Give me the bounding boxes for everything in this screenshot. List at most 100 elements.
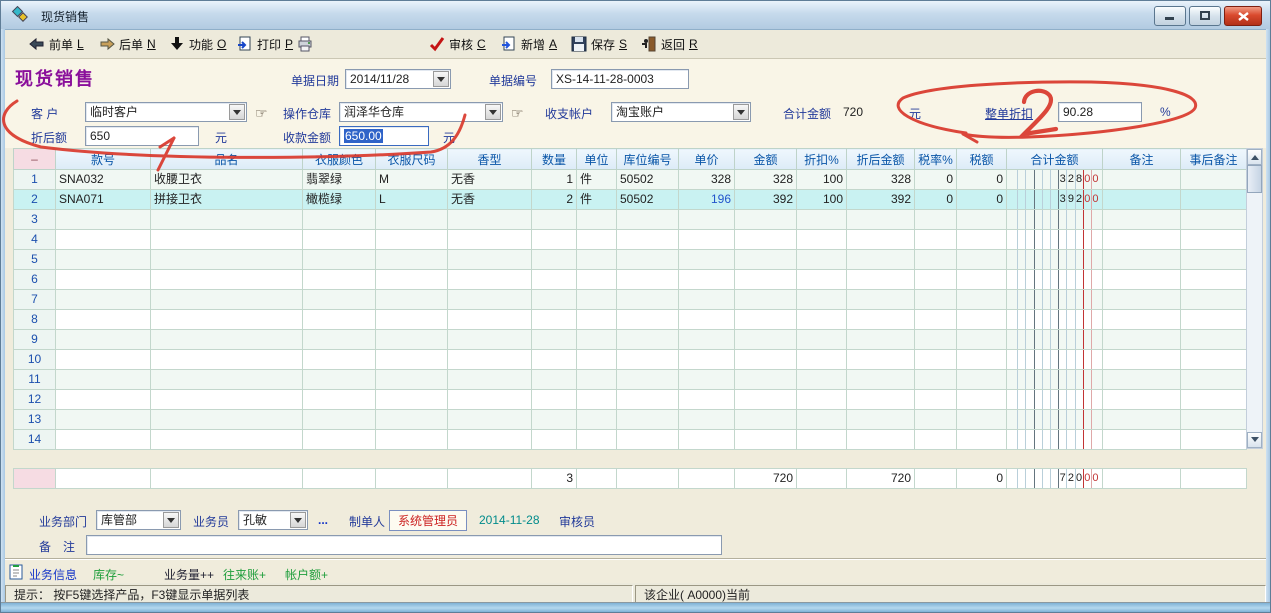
cell[interactable] (915, 230, 957, 250)
cell[interactable] (957, 310, 1007, 330)
ledger-cell[interactable] (1007, 430, 1103, 450)
cell[interactable] (797, 270, 847, 290)
cell[interactable] (56, 210, 151, 230)
cell[interactable] (56, 250, 151, 270)
row-number-cell[interactable]: 2 (14, 190, 56, 210)
cell[interactable]: 328 (679, 170, 735, 190)
cell[interactable] (957, 210, 1007, 230)
cell[interactable] (847, 270, 915, 290)
business-info-link[interactable]: 业务信息 (29, 566, 77, 583)
cell[interactable] (617, 390, 679, 410)
whole-discount-input[interactable]: 90.28 (1058, 102, 1142, 122)
cell[interactable]: SNA071 (56, 190, 151, 210)
cell[interactable] (151, 410, 303, 430)
cell[interactable] (151, 230, 303, 250)
cell[interactable] (679, 310, 735, 330)
cell[interactable] (679, 250, 735, 270)
cell[interactable] (617, 370, 679, 390)
remark-cell[interactable] (1103, 390, 1181, 410)
cell[interactable] (151, 290, 303, 310)
cell[interactable] (448, 370, 532, 390)
vertical-scrollbar[interactable] (1246, 148, 1263, 449)
cell[interactable] (303, 270, 376, 290)
cell[interactable] (735, 210, 797, 230)
cell[interactable] (303, 390, 376, 410)
row-number-cell[interactable]: 9 (14, 330, 56, 350)
cell[interactable] (915, 469, 957, 489)
cell[interactable] (735, 270, 797, 290)
cell[interactable] (303, 370, 376, 390)
cell[interactable] (532, 430, 577, 450)
remark-cell[interactable] (1103, 410, 1181, 430)
cell[interactable]: 50502 (617, 190, 679, 210)
ledger-cell[interactable] (1007, 350, 1103, 370)
cell[interactable] (376, 270, 448, 290)
whole-discount-label[interactable]: 整单折扣 (985, 105, 1033, 122)
cell[interactable] (151, 350, 303, 370)
cell[interactable]: 无香 (448, 170, 532, 190)
cell[interactable] (376, 430, 448, 450)
cell[interactable] (448, 430, 532, 450)
scrollbar-thumb[interactable] (1247, 165, 1262, 193)
close-button[interactable] (1224, 6, 1262, 26)
cell[interactable] (679, 210, 735, 230)
after-remark-cell[interactable] (1181, 390, 1247, 410)
cell[interactable] (679, 410, 735, 430)
cell[interactable] (957, 350, 1007, 370)
volume-link[interactable]: 业务量++ (164, 566, 214, 583)
cell[interactable] (448, 230, 532, 250)
cell[interactable]: 橄榄绿 (303, 190, 376, 210)
cell[interactable] (797, 230, 847, 250)
audit-button[interactable]: 审核C (425, 33, 490, 55)
cell[interactable]: 拼接卫衣 (151, 190, 303, 210)
cell[interactable]: 100 (797, 170, 847, 190)
cell[interactable] (56, 290, 151, 310)
ledger-cell[interactable]: 72000 (1007, 469, 1103, 489)
cell[interactable] (303, 410, 376, 430)
cell[interactable] (797, 370, 847, 390)
cell[interactable] (532, 270, 577, 290)
maximize-button[interactable] (1189, 6, 1221, 26)
cell[interactable] (847, 410, 915, 430)
cell[interactable] (957, 250, 1007, 270)
chevron-down-icon[interactable] (290, 512, 306, 528)
cell[interactable]: 翡翠绿 (303, 170, 376, 190)
customer-combobox[interactable]: 临时客户 (85, 102, 247, 122)
cell[interactable] (679, 430, 735, 450)
cell[interactable] (797, 290, 847, 310)
remark-cell[interactable] (1103, 430, 1181, 450)
ledger-cell[interactable] (1007, 310, 1103, 330)
cell[interactable] (957, 270, 1007, 290)
cell[interactable]: 50502 (617, 170, 679, 190)
cell[interactable] (448, 410, 532, 430)
ledger-cell[interactable] (1007, 410, 1103, 430)
cell[interactable] (376, 469, 448, 489)
after-remark-cell[interactable] (1181, 270, 1247, 290)
cell[interactable] (448, 250, 532, 270)
after-remark-cell[interactable] (1181, 190, 1247, 210)
cell[interactable] (915, 330, 957, 350)
cell[interactable] (915, 370, 957, 390)
cell[interactable]: 3 (532, 469, 577, 489)
cell[interactable] (376, 210, 448, 230)
ledger-cell[interactable] (1007, 330, 1103, 350)
ledger-cell[interactable] (1007, 270, 1103, 290)
chevron-down-icon[interactable] (229, 104, 245, 120)
row-number-cell[interactable]: 12 (14, 390, 56, 410)
cell[interactable] (532, 390, 577, 410)
row-number-cell[interactable]: 10 (14, 350, 56, 370)
ledger-cell[interactable] (1007, 370, 1103, 390)
cell[interactable] (577, 410, 617, 430)
cell[interactable]: 720 (735, 469, 797, 489)
scroll-up-button[interactable] (1247, 149, 1262, 165)
after-remark-cell[interactable] (1181, 230, 1247, 250)
cell[interactable]: 328 (735, 170, 797, 190)
cell[interactable] (532, 330, 577, 350)
cell[interactable] (151, 210, 303, 230)
functions-button[interactable]: 功能O (165, 33, 230, 55)
cell[interactable] (448, 270, 532, 290)
remark-cell[interactable] (1103, 310, 1181, 330)
after-remark-cell[interactable] (1181, 250, 1247, 270)
cell[interactable] (303, 250, 376, 270)
cell[interactable] (376, 350, 448, 370)
